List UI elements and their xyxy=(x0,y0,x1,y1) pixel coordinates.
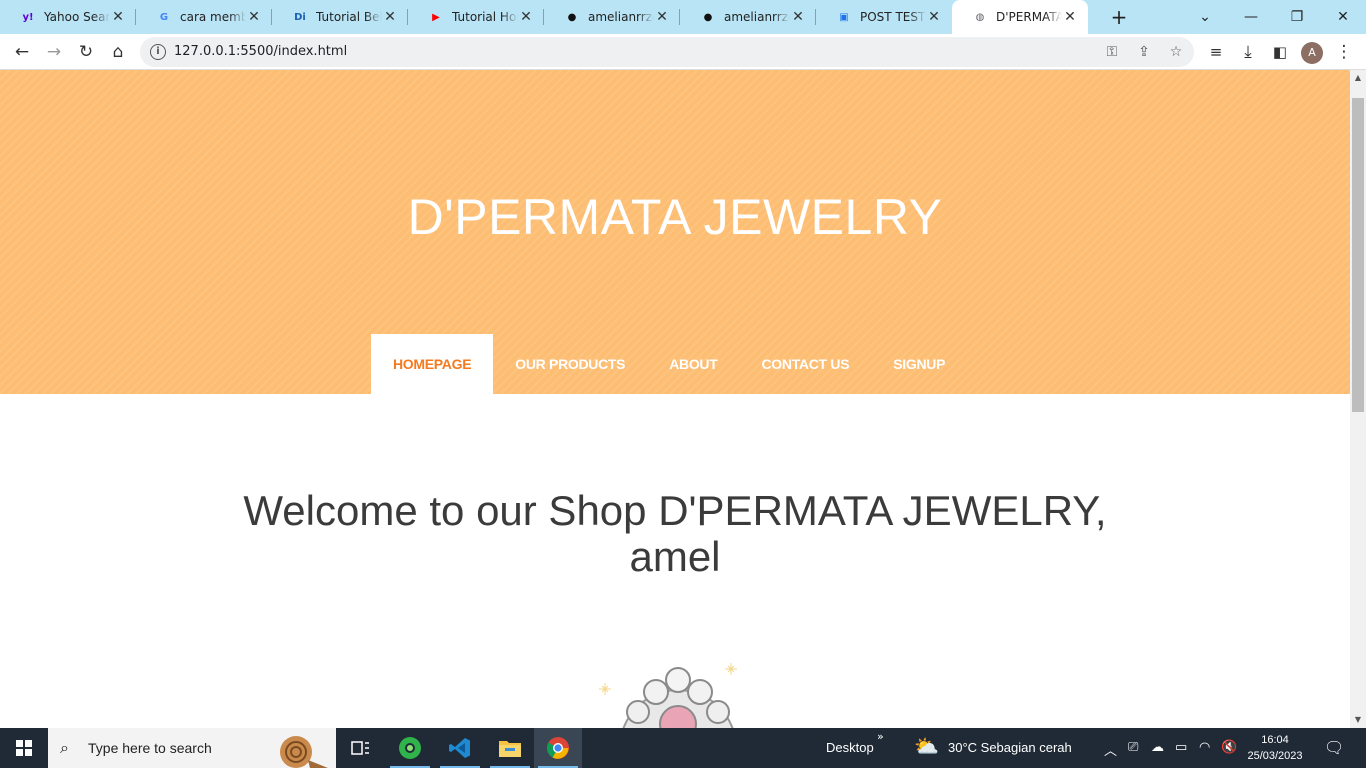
vscode-icon[interactable] xyxy=(436,728,484,768)
side-panel-icon[interactable]: ◧ xyxy=(1266,38,1294,66)
welcome-line-2: amel xyxy=(629,533,721,580)
browser-tab-title: Yahoo Search xyxy=(44,10,110,24)
nav-item-homepage[interactable]: HOMEPAGE xyxy=(371,334,494,394)
address-bar[interactable]: i 127.0.0.1:5500/index.html ⚿ ⇪ ☆ xyxy=(140,37,1194,67)
nav-item-contact-us[interactable]: CONTACT US xyxy=(740,334,872,394)
restore-button[interactable]: ❐ xyxy=(1274,0,1320,34)
browser-tab-title: Tutorial Hosting xyxy=(452,10,518,24)
browser-toolbar: ← → ↻ ⌂ i 127.0.0.1:5500/index.html ⚿ ⇪ … xyxy=(0,34,1366,70)
tab-search-button[interactable]: ⌄ xyxy=(1182,0,1228,34)
browser-tab[interactable]: y! Yahoo Search✕ xyxy=(0,0,136,34)
task-view-icon[interactable] xyxy=(336,728,384,768)
welcome-line-1: Welcome to our Shop D'PERMATA JEWELRY, xyxy=(243,487,1107,534)
yahoo-icon: y! xyxy=(22,11,34,23)
clock-time: 16:04 xyxy=(1261,734,1289,746)
weather-text[interactable]: 30°C Sebagian cerah xyxy=(948,740,1072,755)
close-window-button[interactable]: ✕ xyxy=(1320,0,1366,34)
youtube-icon: ▶ xyxy=(432,11,440,23)
system-clock[interactable]: 16:04 25/03/2023 xyxy=(1240,732,1310,764)
close-tab-icon[interactable]: ✕ xyxy=(926,9,942,25)
battery-icon[interactable]: ▭ xyxy=(1175,740,1187,755)
close-tab-icon[interactable]: ✕ xyxy=(790,9,806,25)
welcome-heading: Welcome to our Shop D'PERMATA JEWELRY, a… xyxy=(0,488,1350,580)
speaker-muted-icon[interactable]: 🔇 xyxy=(1221,740,1237,755)
media-control-icon[interactable]: ≡ xyxy=(1202,38,1230,66)
browser-tab[interactable]: ▣ POST TEST 2✕ xyxy=(816,0,952,34)
minimize-button[interactable]: — xyxy=(1228,0,1274,34)
reload-icon[interactable]: ↻ xyxy=(72,38,100,66)
download-icon[interactable]: ⤓ xyxy=(1234,38,1262,66)
key-icon[interactable]: ⚿ xyxy=(1102,42,1122,62)
jewelry-ring-image xyxy=(599,663,737,728)
new-tab-button[interactable]: + xyxy=(1106,4,1132,30)
wifi-icon[interactable]: ◠ xyxy=(1199,740,1210,755)
profile-avatar[interactable]: A xyxy=(1301,42,1323,64)
file-explorer-icon[interactable] xyxy=(486,728,534,768)
chevron-double-right-icon[interactable]: » xyxy=(877,730,884,743)
browser-tab[interactable]: Di Tutorial Belajar✕ xyxy=(272,0,408,34)
classroom-icon: ▣ xyxy=(839,11,849,23)
windows-taskbar: ⌕ Type here to search Desktop » ⛅ 30°C S… xyxy=(0,728,1366,768)
home-icon[interactable]: ⌂ xyxy=(104,38,132,66)
browser-tab[interactable]: ◍ D'PERMATA JEWELRY✕ xyxy=(952,0,1088,34)
weather-sun-cloud-icon[interactable]: ⛅ xyxy=(914,734,939,758)
clock-date: 25/03/2023 xyxy=(1247,750,1303,762)
site-info-icon[interactable]: i xyxy=(150,44,166,60)
notification-center-icon[interactable]: 🗨 xyxy=(1324,738,1344,757)
seashell-search-highlight-icon xyxy=(280,736,328,768)
browser-tab[interactable]: ● amelianrrzqa✕ xyxy=(544,0,680,34)
search-icon: ⌕ xyxy=(60,738,69,757)
address-url[interactable]: 127.0.0.1:5500/index.html xyxy=(174,44,347,59)
desktop-toolbar-label[interactable]: Desktop xyxy=(826,740,874,755)
github-icon: ● xyxy=(703,11,713,23)
browser-tab-title: POST TEST 2 xyxy=(860,10,926,24)
onedrive-cloud-icon[interactable]: ☁ xyxy=(1151,740,1164,755)
close-tab-icon[interactable]: ✕ xyxy=(1062,9,1078,25)
bookmark-star-icon[interactable]: ☆ xyxy=(1166,42,1186,62)
share-icon[interactable]: ⇪ xyxy=(1134,42,1154,62)
chrome-icon[interactable] xyxy=(534,728,582,768)
menu-kebab-icon[interactable]: ⋮ xyxy=(1330,38,1358,66)
close-tab-icon[interactable]: ✕ xyxy=(518,9,534,25)
hero-header: D'PERMATA JEWELRY HOMEPAGE OUR PRODUCTS AB… xyxy=(0,70,1350,394)
di-icon: Di xyxy=(294,11,306,23)
scroll-up-icon[interactable]: ▲ xyxy=(1350,70,1366,86)
forward-icon[interactable]: → xyxy=(40,38,68,66)
browser-tab-title: D'PERMATA JEWELRY xyxy=(996,10,1062,24)
browser-tab-title: cara memberi xyxy=(180,10,246,24)
scroll-down-icon[interactable]: ▼ xyxy=(1350,712,1366,728)
browser-tab-title: amelianrrzqa xyxy=(588,10,654,24)
back-icon[interactable]: ← xyxy=(8,38,36,66)
taskbar-app-green-browser-icon[interactable] xyxy=(386,728,434,768)
google-icon: G xyxy=(159,11,169,23)
globe-icon: ◍ xyxy=(975,11,985,23)
meet-now-icon[interactable]: ⎚ xyxy=(1128,740,1138,755)
page-viewport: D'PERMATA JEWELRY HOMEPAGE OUR PRODUCTS AB… xyxy=(0,70,1350,728)
nav-item-signup[interactable]: SIGNUP xyxy=(871,334,967,394)
main-nav: HOMEPAGE OUR PRODUCTS ABOUT CONTACT US SIGNU… xyxy=(371,334,967,394)
page-scrollbar[interactable]: ▲ ▼ xyxy=(1350,70,1366,728)
browser-tab-title: Tutorial Belajar xyxy=(316,10,382,24)
browser-tab-title: amelianrrzqa xyxy=(724,10,790,24)
github-icon: ● xyxy=(567,11,577,23)
taskbar-search-box[interactable]: ⌕ Type here to search xyxy=(48,728,336,768)
close-tab-icon[interactable]: ✕ xyxy=(110,9,126,25)
show-hidden-icons-chevron-up-icon[interactable]: ︿ xyxy=(1104,740,1117,759)
browser-tab[interactable]: Gcara memberi✕ xyxy=(136,0,272,34)
taskbar-search-placeholder: Type here to search xyxy=(88,740,212,756)
nav-item-about[interactable]: ABOUT xyxy=(647,334,739,394)
nav-item-our-products[interactable]: OUR PRODUCTS xyxy=(493,334,647,394)
close-tab-icon[interactable]: ✕ xyxy=(246,9,262,25)
close-tab-icon[interactable]: ✕ xyxy=(654,9,670,25)
browser-tab[interactable]: ● amelianrrzqa✕ xyxy=(680,0,816,34)
scrollbar-thumb[interactable] xyxy=(1352,98,1364,412)
windows-start-icon[interactable] xyxy=(0,728,48,768)
close-tab-icon[interactable]: ✕ xyxy=(382,9,398,25)
browser-tab[interactable]: ▶ Tutorial Hosting✕ xyxy=(408,0,544,34)
tab-strip: + ⌄ — ❐ ✕ y!Yahoo Search✕Gcara memberi✕D… xyxy=(0,0,1366,34)
site-title: D'PERMATA JEWELRY xyxy=(407,189,943,245)
